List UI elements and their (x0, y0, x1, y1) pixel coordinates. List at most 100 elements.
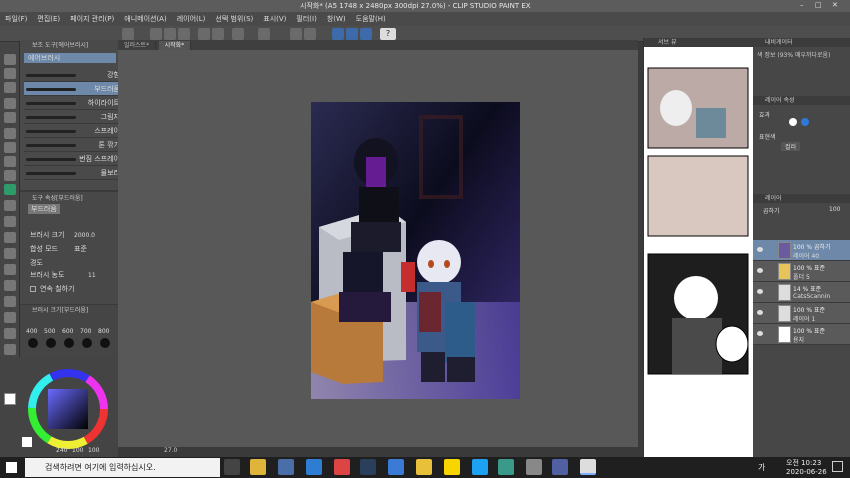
airbrush-icon[interactable] (4, 184, 16, 195)
steam-icon[interactable] (360, 459, 376, 475)
snap-special-icon[interactable] (360, 28, 372, 40)
menu-selection[interactable]: 선택 범위(S) (210, 14, 258, 24)
frame-icon[interactable] (4, 296, 16, 307)
layer-item[interactable]: 14 % 표준 CatsScannin (753, 282, 850, 303)
size-dot[interactable] (46, 338, 56, 348)
density-value[interactable]: 11 (88, 272, 96, 279)
maximize-button[interactable]: □ (815, 1, 825, 11)
menu-view[interactable]: 표시(V) (258, 14, 291, 24)
fill-tool-icon[interactable] (4, 248, 16, 259)
clock-time[interactable]: 오전 10:23 (786, 458, 821, 468)
ruler-icon[interactable] (4, 312, 16, 323)
eye-icon[interactable] (757, 247, 763, 252)
canvas-artwork[interactable] (311, 102, 520, 399)
deselect-icon[interactable] (304, 28, 316, 40)
expression-select[interactable]: 컬러 (781, 142, 801, 151)
eyedropper-icon[interactable] (4, 128, 16, 139)
operation-icon[interactable] (4, 82, 16, 93)
menu-animation[interactable]: 애니메이션(A) (119, 14, 171, 24)
file-explorer-icon[interactable] (250, 459, 266, 475)
edge-icon[interactable] (306, 459, 322, 475)
task-view-icon[interactable] (224, 459, 240, 475)
redo-icon[interactable] (212, 28, 224, 40)
menu-filter[interactable]: 필터(I) (291, 14, 321, 24)
effect-icon[interactable] (801, 118, 809, 126)
windows-start-icon[interactable] (6, 462, 17, 473)
clock-date[interactable]: 2020-06-26 (786, 468, 827, 476)
size-dot[interactable] (100, 338, 110, 348)
notification-icon[interactable] (832, 461, 843, 472)
brush-item[interactable]: 그림자 (24, 110, 130, 124)
menu-window[interactable]: 창(W) (322, 14, 351, 24)
brush-item[interactable]: 물보라 (24, 166, 130, 180)
snap-ruler-icon[interactable] (332, 28, 344, 40)
brush-item[interactable]: 톤 깎기 (24, 138, 130, 152)
size-400[interactable]: 400 (26, 328, 37, 335)
layer-item[interactable]: 100 % 곱하기 레이어 40 (753, 240, 850, 261)
snap-grid-icon[interactable] (346, 28, 358, 40)
browser-icon[interactable] (498, 459, 514, 475)
close-button[interactable]: ✕ (832, 1, 842, 11)
opacity-value[interactable]: 100 (829, 206, 840, 213)
subtool-selected[interactable]: 에어브러시 (24, 53, 116, 63)
menu-layer[interactable]: 레이어(L) (172, 14, 211, 24)
clip-paint-icon[interactable] (552, 459, 568, 475)
selection-icon[interactable] (4, 98, 16, 109)
effect-icon[interactable] (789, 118, 797, 126)
menu-edit[interactable]: 편집(E) (32, 14, 65, 24)
color-value-s[interactable]: 100 (72, 447, 83, 454)
brush-item[interactable]: 스프레이 (24, 124, 130, 138)
chrome-icon[interactable] (416, 459, 432, 475)
lasso-icon[interactable] (4, 112, 16, 123)
continuous-checkbox[interactable] (30, 286, 36, 292)
taskbar-search-input[interactable]: 검색하려면 여기에 입력하십시오. (25, 458, 220, 477)
save-icon[interactable] (178, 28, 190, 40)
zoom-icon[interactable] (4, 68, 16, 79)
clip-studio-icon[interactable] (526, 459, 542, 475)
text-icon[interactable] (4, 328, 16, 339)
size-dot[interactable] (82, 338, 92, 348)
ime-indicator[interactable]: 가 (758, 462, 765, 473)
eraser-icon[interactable] (4, 216, 16, 227)
pencil-icon[interactable] (4, 156, 16, 167)
size-600[interactable]: 600 (62, 328, 73, 335)
main-color-swatch[interactable] (4, 393, 16, 405)
size-700[interactable]: 700 (80, 328, 91, 335)
transform-icon[interactable] (290, 28, 302, 40)
sub-color-swatch[interactable] (22, 437, 32, 447)
store-icon[interactable] (278, 459, 294, 475)
figure-icon[interactable] (4, 280, 16, 291)
layer-item[interactable]: 100 % 표준 레이어 1 (753, 303, 850, 324)
menu-page[interactable]: 페이지 관리(P) (65, 14, 119, 24)
help-icon[interactable]: ? (380, 28, 396, 40)
color-value-v[interactable]: 100 (88, 447, 99, 454)
eye-icon[interactable] (757, 289, 763, 294)
open-file-icon[interactable] (164, 28, 176, 40)
layer-item[interactable]: 100 % 표준 용지 (753, 324, 850, 345)
zoom-value[interactable]: 27.0 (164, 447, 177, 454)
minimize-button[interactable]: – (800, 1, 810, 11)
app-icon[interactable] (334, 459, 350, 475)
blend-icon[interactable] (4, 232, 16, 243)
color-wheel[interactable] (28, 369, 108, 449)
balloon-icon[interactable] (4, 344, 16, 355)
undo-icon[interactable] (198, 28, 210, 40)
move-icon[interactable] (4, 54, 16, 65)
blend-mode-select[interactable]: 표준 (74, 244, 87, 254)
size-dot[interactable] (64, 338, 74, 348)
mail-icon[interactable] (388, 459, 404, 475)
eye-icon[interactable] (757, 310, 763, 315)
gradient-icon[interactable] (4, 264, 16, 275)
brush-item[interactable]: 부드러움 (24, 82, 130, 96)
size-800[interactable]: 800 (98, 328, 109, 335)
fill-icon[interactable] (258, 28, 270, 40)
kakaotalk-icon[interactable] (444, 459, 460, 475)
new-file-icon[interactable] (150, 28, 162, 40)
twitter-icon[interactable] (472, 459, 488, 475)
clip-active-icon[interactable] (580, 459, 596, 475)
eye-icon[interactable] (757, 268, 763, 273)
brush-item[interactable]: 하이라이트 (24, 96, 130, 110)
brush-icon[interactable] (4, 170, 16, 181)
decoration-icon[interactable] (4, 200, 16, 211)
brush-size-value[interactable]: 2000.0 (74, 232, 95, 239)
